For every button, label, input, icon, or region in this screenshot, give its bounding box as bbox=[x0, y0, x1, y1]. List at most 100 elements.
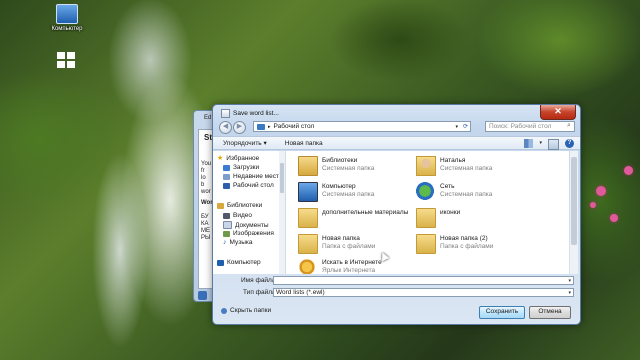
list-item[interactable]: Новая папка Папка с файлами bbox=[298, 233, 428, 255]
filetype-value: Word lists (*.ewl) bbox=[276, 289, 325, 296]
background-text: fr bbox=[201, 168, 205, 174]
address-field[interactable]: ▸ Рабочий стол ▾ ⟳ bbox=[253, 121, 471, 132]
file-list-scrollbar[interactable] bbox=[570, 151, 578, 274]
computer-icon bbox=[298, 182, 318, 202]
user-folder-icon bbox=[416, 156, 436, 176]
background-text: КА bbox=[201, 221, 209, 227]
computer-icon bbox=[217, 259, 224, 266]
nav-scrollbar[interactable] bbox=[279, 151, 285, 274]
save-form: Имя файла: ▾ Тип файла: Word lists (*.ew… bbox=[213, 274, 580, 324]
filetype-select[interactable]: Word lists (*.ewl) ▾ bbox=[273, 288, 574, 297]
nav-label: Видео bbox=[233, 212, 252, 219]
music-icon: ♪ bbox=[223, 239, 227, 246]
nav-item-video[interactable]: Видео bbox=[223, 212, 252, 219]
nav-item-desktop[interactable]: Рабочий стол bbox=[223, 182, 274, 189]
nav-libraries[interactable]: Библиотеки bbox=[217, 202, 262, 209]
documents-icon bbox=[223, 221, 232, 229]
list-item[interactable]: Библиотеки Системная папка bbox=[298, 155, 428, 177]
item-name: Сеть bbox=[440, 183, 455, 190]
preview-pane-icon[interactable] bbox=[548, 139, 559, 150]
folder-icon bbox=[298, 208, 318, 228]
nav-label: Рабочий стол bbox=[233, 182, 274, 189]
back-button[interactable]: ◀ bbox=[219, 121, 232, 134]
item-type: Системная папка bbox=[440, 191, 493, 198]
nav-label: Загрузки bbox=[233, 164, 260, 171]
address-text: Рабочий стол bbox=[273, 123, 315, 130]
desktop-icon-computer[interactable]: Компьютер bbox=[40, 4, 94, 32]
cancel-button[interactable]: Отмена bbox=[529, 306, 571, 319]
organize-menu[interactable]: Упорядочить ▾ bbox=[223, 139, 267, 147]
flower-decoration bbox=[624, 166, 633, 175]
background-text: Wor bbox=[201, 200, 213, 206]
refresh-icon[interactable]: ⟳ bbox=[463, 123, 468, 130]
item-type: Папка с файлами bbox=[440, 243, 494, 250]
item-name: Новая папка bbox=[322, 235, 360, 242]
video-icon bbox=[223, 212, 230, 219]
item-type: Системная папка bbox=[440, 165, 493, 172]
search-web-icon bbox=[298, 258, 316, 274]
list-item[interactable]: Новая папка (2) Папка с файлами bbox=[416, 233, 546, 255]
close-button[interactable]: ✕ bbox=[540, 105, 576, 120]
folder-icon bbox=[298, 234, 318, 254]
background-window-title: Ed bbox=[204, 115, 212, 121]
nav-computer[interactable]: Компьютер bbox=[217, 259, 261, 266]
scrollbar-thumb[interactable] bbox=[571, 157, 577, 245]
item-type: Системная папка bbox=[322, 191, 375, 198]
desktop-icon-start[interactable] bbox=[40, 52, 94, 72]
filename-input[interactable]: ▾ bbox=[273, 276, 574, 285]
item-name: дополнительные материалы bbox=[322, 209, 409, 216]
save-dialog: Save word list... ✕ ◀ ▶ ▸ Рабочий стол ▾… bbox=[212, 104, 581, 325]
background-text: You bbox=[201, 161, 212, 167]
save-button[interactable]: Сохранить bbox=[479, 306, 525, 319]
new-folder-button[interactable]: Новая папка bbox=[285, 140, 323, 147]
item-type: Системная папка bbox=[322, 165, 375, 172]
list-item[interactable]: иконки bbox=[416, 207, 546, 229]
background-text: wor bbox=[201, 189, 211, 195]
chevron-up-icon bbox=[221, 307, 227, 314]
nav-label: Компьютер bbox=[227, 259, 261, 266]
nav-item-recent[interactable]: Недавние места bbox=[223, 173, 283, 180]
item-name: Искать в Интернете bbox=[322, 259, 382, 266]
item-name: Компьютер bbox=[322, 183, 356, 190]
nav-label: Изображения bbox=[233, 230, 274, 237]
background-text: b bbox=[201, 182, 205, 188]
nav-item-downloads[interactable]: Загрузки bbox=[223, 164, 259, 171]
list-item[interactable]: Наталья Системная папка bbox=[416, 155, 546, 177]
folder-icon bbox=[416, 234, 436, 254]
flower-decoration bbox=[610, 214, 618, 222]
chevron-down-icon[interactable]: ▾ bbox=[455, 124, 458, 130]
nav-favorites[interactable]: ★ Избранное bbox=[217, 154, 260, 163]
background-heading: St bbox=[204, 133, 212, 142]
file-list: Библиотеки Системная папка Наталья Систе… bbox=[286, 151, 569, 274]
view-options-icon[interactable] bbox=[524, 139, 534, 148]
item-name: Новая папка (2) bbox=[440, 235, 488, 242]
nav-item-pictures[interactable]: Изображения bbox=[223, 230, 274, 237]
list-item[interactable]: Компьютер Системная папка bbox=[298, 181, 428, 203]
nav-label: Документы bbox=[235, 221, 269, 229]
search-input[interactable]: Поиск: Рабочий стол bbox=[485, 121, 575, 132]
filename-label: Имя файла: bbox=[241, 277, 278, 284]
list-item[interactable]: Сеть Системная папка bbox=[416, 181, 546, 203]
chevron-down-icon[interactable]: ▾ bbox=[568, 277, 571, 285]
list-item[interactable]: дополнительные материалы bbox=[298, 207, 428, 229]
scrollbar-thumb[interactable] bbox=[280, 163, 284, 193]
nav-label: Избранное bbox=[226, 154, 260, 162]
chevron-down-icon: ▾ bbox=[568, 290, 571, 296]
folder-icon bbox=[257, 123, 265, 130]
background-text: МЕ bbox=[201, 228, 210, 234]
flower-decoration bbox=[596, 186, 606, 196]
item-type: Папка с файлами bbox=[322, 243, 376, 250]
desktop-icon-label: Компьютер bbox=[51, 26, 83, 32]
help-icon[interactable]: ? bbox=[565, 139, 574, 148]
item-name: Наталья bbox=[440, 157, 466, 164]
nav-item-documents[interactable]: Документы bbox=[223, 221, 269, 229]
nav-label: Музыка bbox=[229, 239, 253, 246]
nav-item-music[interactable]: ♪ Музыка bbox=[223, 239, 253, 246]
pictures-icon bbox=[223, 230, 230, 237]
item-name: Библиотеки bbox=[322, 157, 358, 164]
hide-folders-label: Скрыть папки bbox=[230, 307, 272, 314]
hide-folders-toggle[interactable]: Скрыть папки bbox=[221, 307, 271, 314]
list-item[interactable]: Искать в Интернете Ярлык Интернета bbox=[298, 257, 428, 274]
chevron-down-icon[interactable]: ▾ bbox=[539, 139, 542, 150]
forward-button[interactable]: ▶ bbox=[233, 121, 246, 134]
